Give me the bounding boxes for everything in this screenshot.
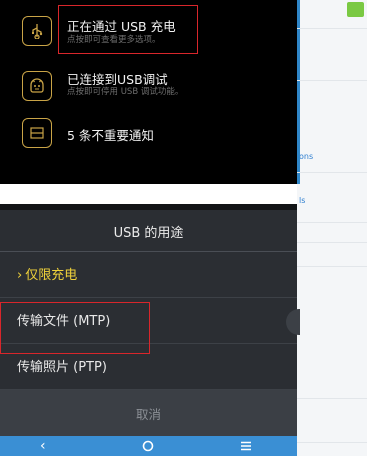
background-app-divider xyxy=(297,442,367,443)
screenshot-separator xyxy=(0,184,297,204)
background-app-divider xyxy=(297,222,367,223)
cancel-label: 取消 xyxy=(135,407,161,422)
back-icon[interactable]: ‹ xyxy=(40,437,46,455)
usb-icon xyxy=(22,16,52,46)
usb-purpose-dialog: USB 的用途 › 仅限充电 传输文件 (MTP) 传输照片 (PTP) 取消 xyxy=(0,204,300,436)
background-app: ons ls xyxy=(297,0,367,456)
notification-subtitle: 点按即可停用 USB 调试功能。 xyxy=(67,87,184,97)
dialog-top-strip xyxy=(0,204,297,210)
notification-unimportant[interactable]: 5 条不重要通知 xyxy=(0,114,297,170)
background-app-link[interactable]: ls xyxy=(299,196,305,205)
android-debug-icon xyxy=(22,71,52,101)
notification-panel: 正在通过 USB 充电 点按即可查看更多选项。 已连接到USB调试 点按即可停用… xyxy=(0,0,297,184)
background-app-divider xyxy=(297,80,367,81)
notification-stack-icon xyxy=(22,118,52,148)
highlight-box-mtp xyxy=(0,302,150,354)
notification-title: 5 条不重要通知 xyxy=(67,128,154,143)
highlight-box-usb-charging xyxy=(58,5,198,54)
background-app-divider xyxy=(297,172,367,173)
notification-usb-debugging[interactable]: 已连接到USB调试 点按即可停用 USB 调试功能。 xyxy=(0,58,297,114)
option-label-row: › 仅限充电 xyxy=(17,264,77,283)
dialog-title: USB 的用途 xyxy=(113,226,184,241)
cancel-button[interactable]: 取消 xyxy=(0,390,297,436)
option-label: 传输照片 (PTP) xyxy=(17,360,107,375)
background-app-green-button[interactable] xyxy=(347,2,364,17)
background-app-divider xyxy=(297,398,367,399)
background-app-divider xyxy=(297,28,367,29)
option-label: 仅限充电 xyxy=(25,268,78,283)
home-icon[interactable] xyxy=(142,439,154,457)
menu-icon[interactable] xyxy=(240,439,252,457)
navigation-bar: ‹ xyxy=(0,436,297,456)
background-app-divider xyxy=(297,242,367,243)
option-charge-only[interactable]: › 仅限充电 xyxy=(0,252,297,298)
background-app-divider xyxy=(297,266,367,267)
chevron-right-icon: › xyxy=(17,268,23,283)
background-app-link[interactable]: ons xyxy=(299,152,313,161)
